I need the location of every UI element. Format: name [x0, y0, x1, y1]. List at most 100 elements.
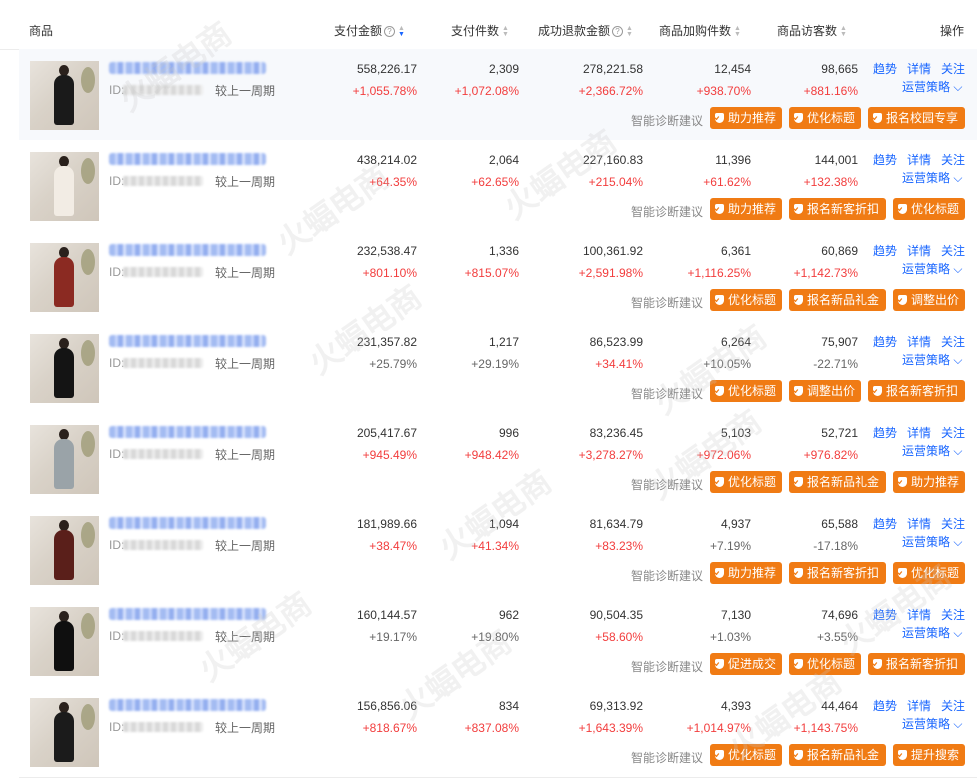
suggestion-tag[interactable]: 助力推荐 — [893, 471, 965, 493]
header-pay-count[interactable]: 支付件数 ▲ ▼ — [451, 0, 509, 49]
detail-link[interactable]: 详情 — [907, 426, 931, 440]
product-title-blurred[interactable] — [109, 153, 266, 165]
pay-amount-change: +64.35% — [369, 175, 417, 189]
trend-link[interactable]: 趋势 — [873, 426, 897, 440]
pay-count-change: +815.07% — [464, 266, 519, 280]
suggestion-tag[interactable]: 报名新客折扣 — [868, 380, 965, 402]
suggestion-tag[interactable]: 报名新品礼金 — [789, 471, 886, 493]
product-title-blurred[interactable] — [109, 335, 266, 347]
suggestion-tag[interactable]: 优化标题 — [789, 653, 861, 675]
header-ops: 操作 — [940, 24, 965, 38]
suggestion-tag[interactable]: 优化标题 — [893, 562, 965, 584]
detail-link[interactable]: 详情 — [907, 335, 931, 349]
product-title-blurred[interactable] — [109, 699, 266, 711]
detail-link[interactable]: 详情 — [907, 517, 931, 531]
pay-amount-value: 232,538.47 — [356, 244, 417, 258]
diagnosis-label: 智能诊断建议 — [631, 751, 704, 765]
strategy-dropdown[interactable]: 运营策略 ⌵ — [902, 624, 962, 641]
product-title-blurred[interactable] — [109, 244, 266, 256]
product-image[interactable] — [30, 425, 99, 494]
pay-amount-change: +1,055.78% — [352, 84, 417, 98]
product-title-blurred[interactable] — [109, 62, 266, 74]
suggestion-tag[interactable]: 优化标题 — [710, 744, 782, 766]
follow-link[interactable]: 关注 — [941, 244, 965, 258]
product-image[interactable] — [30, 61, 99, 130]
suggestion-tag[interactable]: 优化标题 — [710, 471, 782, 493]
suggestion-tag[interactable]: 助力推荐 — [710, 198, 782, 220]
product-image[interactable] — [30, 698, 99, 767]
product-id-blurred — [123, 722, 203, 732]
follow-link[interactable]: 关注 — [941, 426, 965, 440]
help-icon[interactable]: ? — [612, 26, 624, 37]
product-image[interactable] — [30, 152, 99, 221]
suggestion-tag[interactable]: 优化标题 — [789, 107, 861, 129]
sort-icon[interactable]: ▲ ▼ — [626, 25, 633, 38]
trend-link[interactable]: 趋势 — [873, 62, 897, 76]
diagnosis-label: 智能诊断建议 — [631, 387, 704, 401]
shield-icon — [715, 113, 724, 123]
trend-link[interactable]: 趋势 — [873, 699, 897, 713]
strategy-dropdown[interactable]: 运营策略 ⌵ — [902, 533, 962, 550]
refund-value: 90,504.35 — [589, 608, 643, 622]
product-title-blurred[interactable] — [109, 517, 266, 529]
suggestion-tag[interactable]: 提升搜索 — [893, 744, 965, 766]
pay-amount-value: 156,856.06 — [356, 699, 417, 713]
suggestion-tag[interactable]: 报名新客折扣 — [789, 198, 886, 220]
suggestion-tag[interactable]: 调整出价 — [789, 380, 861, 402]
product-image[interactable] — [30, 607, 99, 676]
suggestion-tag[interactable]: 优化标题 — [710, 380, 782, 402]
product-image[interactable] — [30, 334, 99, 403]
header-visitors[interactable]: 商品访客数 ▲ ▼ — [777, 0, 847, 49]
follow-link[interactable]: 关注 — [941, 608, 965, 622]
product-title-blurred[interactable] — [109, 426, 266, 438]
trend-link[interactable]: 趋势 — [873, 335, 897, 349]
suggestion-tag[interactable]: 优化标题 — [710, 289, 782, 311]
detail-link[interactable]: 详情 — [907, 608, 931, 622]
header-refund[interactable]: 成功退款金额? ▲ ▼ — [538, 0, 633, 49]
pay-amount-change: +945.49% — [362, 448, 417, 462]
suggestion-tag[interactable]: 报名新客折扣 — [789, 562, 886, 584]
sort-icon[interactable]: ▲ ▼ — [734, 25, 741, 38]
suggestion-tag[interactable]: 助力推荐 — [710, 107, 782, 129]
strategy-dropdown[interactable]: 运营策略 ⌵ — [902, 442, 962, 459]
trend-link[interactable]: 趋势 — [873, 153, 897, 167]
suggestion-tag[interactable]: 报名新品礼金 — [789, 289, 886, 311]
strategy-dropdown[interactable]: 运营策略 ⌵ — [902, 351, 962, 368]
detail-link[interactable]: 详情 — [907, 244, 931, 258]
suggestion-tag[interactable]: 报名新品礼金 — [789, 744, 886, 766]
shield-icon — [898, 568, 907, 578]
product-image[interactable] — [30, 243, 99, 312]
product-title-blurred[interactable] — [109, 608, 266, 620]
trend-link[interactable]: 趋势 — [873, 517, 897, 531]
suggestion-tag[interactable]: 优化标题 — [893, 198, 965, 220]
strategy-dropdown[interactable]: 运营策略 ⌵ — [902, 169, 962, 186]
trend-link[interactable]: 趋势 — [873, 244, 897, 258]
strategy-dropdown[interactable]: 运营策略 ⌵ — [902, 78, 962, 95]
row-actions: 趋势 详情 关注 — [873, 515, 965, 532]
strategy-dropdown[interactable]: 运营策略 ⌵ — [902, 260, 962, 277]
detail-link[interactable]: 详情 — [907, 62, 931, 76]
trend-link[interactable]: 趋势 — [873, 608, 897, 622]
suggestion-tag[interactable]: 报名校园专享 — [868, 107, 965, 129]
follow-link[interactable]: 关注 — [941, 517, 965, 531]
suggestion-tag[interactable]: 报名新客折扣 — [868, 653, 965, 675]
detail-link[interactable]: 详情 — [907, 699, 931, 713]
suggestion-tag[interactable]: 促进成交 — [710, 653, 782, 675]
header-cart[interactable]: 商品加购件数 ▲ ▼ — [659, 0, 741, 49]
sort-icon[interactable]: ▲ ▼ — [398, 25, 405, 38]
follow-link[interactable]: 关注 — [941, 62, 965, 76]
help-icon[interactable]: ? — [384, 26, 396, 37]
strategy-dropdown[interactable]: 运营策略 ⌵ — [902, 715, 962, 732]
suggestion-tag[interactable]: 助力推荐 — [710, 562, 782, 584]
shield-icon — [794, 659, 803, 669]
sort-icon[interactable]: ▲ ▼ — [840, 25, 847, 38]
detail-link[interactable]: 详情 — [907, 153, 931, 167]
follow-link[interactable]: 关注 — [941, 335, 965, 349]
follow-link[interactable]: 关注 — [941, 153, 965, 167]
header-pay-amount[interactable]: 支付金额? ▲ ▼ — [334, 0, 405, 49]
product-image[interactable] — [30, 516, 99, 585]
suggestion-tag[interactable]: 调整出价 — [893, 289, 965, 311]
cart-value: 12,454 — [714, 62, 751, 76]
follow-link[interactable]: 关注 — [941, 699, 965, 713]
sort-icon[interactable]: ▲ ▼ — [502, 25, 509, 38]
